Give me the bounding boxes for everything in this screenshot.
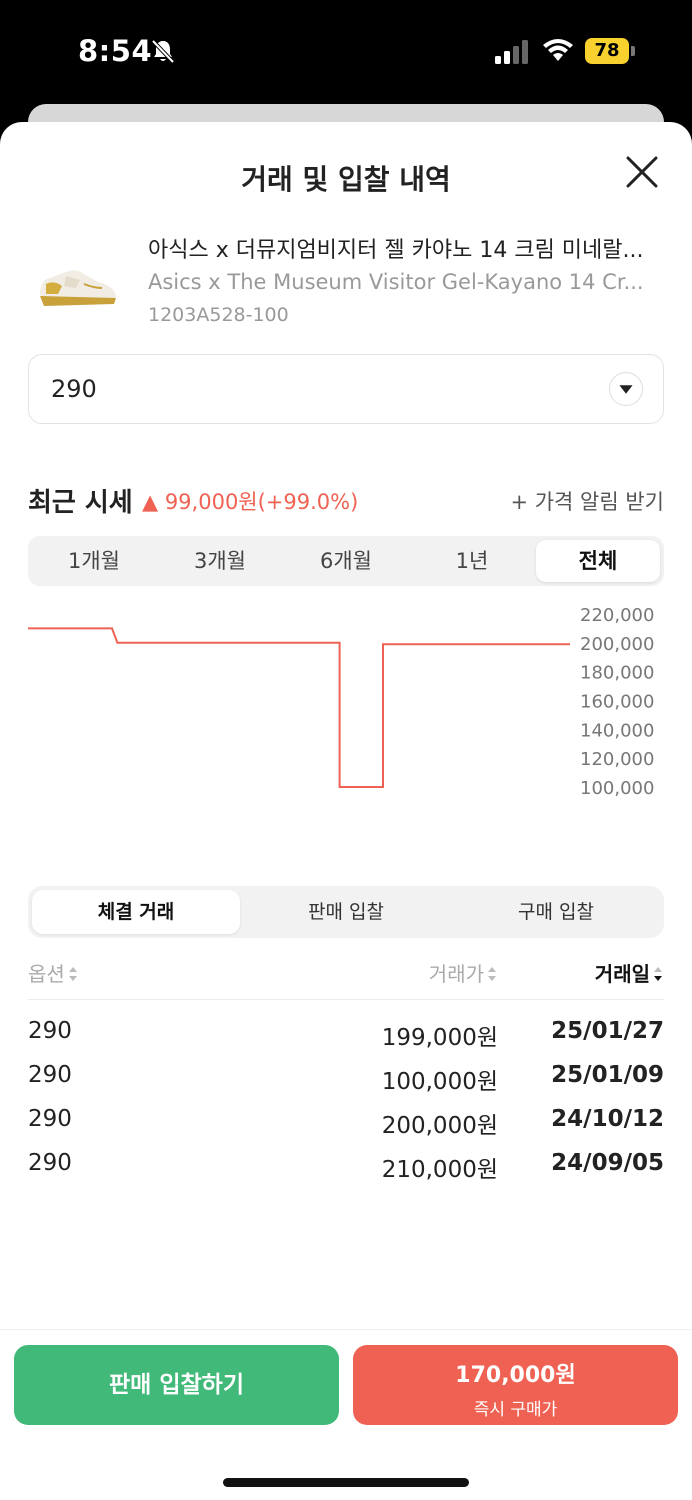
tab-3-months[interactable]: 3개월	[158, 540, 282, 582]
header-size[interactable]: 옵션	[28, 958, 79, 987]
table-row: 290 199,000원 25/01/27	[28, 1018, 664, 1062]
chevron-down-icon	[609, 372, 643, 406]
y-tick-label: 120,000	[580, 749, 654, 770]
tab-6-months[interactable]: 6개월	[284, 540, 408, 582]
sort-icon	[488, 967, 496, 981]
status-time: 8:54	[78, 34, 153, 68]
recent-price-row: 최근 시세 ▲ 99,000원(+99.0%) + 가격 알림 받기	[28, 482, 664, 518]
price-line	[28, 627, 570, 788]
sort-desc-icon	[654, 967, 662, 981]
trade-table-header: 옵션 거래가 거래일	[28, 952, 664, 1000]
tab-1-month[interactable]: 1개월	[32, 540, 156, 582]
buy-now-label: 즉시 구매가	[473, 1400, 558, 1420]
row-price: 100,000원	[381, 1069, 498, 1095]
header-date[interactable]: 거래일	[595, 958, 664, 987]
sheet-title: 거래 및 입찰 내역	[241, 163, 451, 196]
product-summary: 아식스 x 더뮤지엄비지터 젤 카야노 14 크림 미네랄... Asics x…	[28, 228, 664, 328]
tab-completed-trades[interactable]: 체결 거래	[32, 890, 240, 934]
y-tick-label: 160,000	[580, 692, 654, 713]
battery-level: 78	[585, 38, 629, 64]
sell-bid-button[interactable]: 판매 입찰하기	[14, 1345, 339, 1425]
product-image	[40, 270, 116, 306]
tab-all[interactable]: 전체	[536, 540, 660, 582]
row-date: 25/01/27	[551, 1018, 664, 1044]
tab-1-year[interactable]: 1년	[410, 540, 534, 582]
row-size: 290	[28, 1018, 72, 1044]
row-date: 24/10/12	[551, 1106, 664, 1132]
row-date: 24/09/05	[551, 1150, 664, 1176]
product-name-english: Asics x The Museum Visitor Gel-Kayano 14…	[148, 270, 644, 294]
y-tick-label: 100,000	[580, 778, 654, 799]
y-tick-label: 180,000	[580, 663, 654, 684]
header-date-label: 거래일	[594, 962, 650, 986]
row-price: 199,000원	[381, 1025, 498, 1051]
size-select[interactable]: 290	[28, 354, 664, 424]
status-bar: 8:54 78	[0, 0, 692, 104]
cellular-signal-icon	[495, 40, 528, 64]
row-size: 290	[28, 1106, 72, 1132]
header-size-label: 옵션	[28, 962, 65, 986]
table-row: 290 200,000원 24/10/12	[28, 1106, 664, 1150]
period-tabs: 1개월 3개월 6개월 1년 전체	[28, 536, 664, 586]
buy-now-price: 170,000원	[455, 1363, 576, 1388]
y-tick-label: 200,000	[580, 634, 654, 655]
header-price-label: 거래가	[428, 962, 484, 986]
y-tick-label: 140,000	[580, 720, 654, 741]
battery-indicator: 78	[585, 38, 635, 64]
trade-type-tabs: 체결 거래 판매 입찰 구매 입찰	[28, 886, 664, 938]
buy-now-button[interactable]: 170,000원 즉시 구매가	[353, 1345, 678, 1425]
wifi-icon	[543, 39, 573, 61]
bottom-action-bar: 판매 입찰하기 170,000원 즉시 구매가	[0, 1329, 692, 1500]
price-alert-link[interactable]: + 가격 알림 받기	[510, 486, 664, 516]
recent-price-change: ▲ 99,000원(+99.0%)	[142, 490, 359, 514]
table-row: 290 210,000원 24/09/05	[28, 1150, 664, 1194]
tab-buy-bids[interactable]: 구매 입찰	[452, 890, 660, 934]
product-name-korean: 아식스 x 더뮤지엄비지터 젤 카야노 14 크림 미네랄...	[148, 238, 644, 263]
size-select-value: 290	[51, 375, 97, 403]
header-price[interactable]: 거래가	[429, 958, 498, 987]
row-price: 210,000원	[381, 1157, 498, 1183]
trade-history-sheet: 거래 및 입찰 내역 아식스 x 더뮤지엄비지터 젤 카야노 14 크림 미네랄…	[0, 122, 692, 1500]
home-indicator	[223, 1478, 469, 1487]
bell-muted-icon	[151, 39, 175, 64]
row-size: 290	[28, 1150, 72, 1176]
tab-sell-bids[interactable]: 판매 입찰	[242, 890, 450, 934]
trade-table-body: 290 199,000원 25/01/27 290 100,000원 25/01…	[28, 1018, 664, 1194]
sort-icon	[68, 967, 77, 981]
table-row: 290 100,000원 25/01/09	[28, 1062, 664, 1106]
recent-price-title: 최근 시세	[28, 488, 133, 518]
y-tick-label: 220,000	[580, 605, 654, 626]
row-price: 200,000원	[381, 1113, 498, 1139]
close-icon[interactable]	[624, 154, 660, 190]
row-size: 290	[28, 1062, 72, 1088]
row-date: 25/01/09	[551, 1062, 664, 1088]
price-history-chart: 220,000 200,000 180,000 160,000 140,000 120,0…	[28, 605, 654, 799]
product-code: 1203A528-100	[148, 304, 289, 326]
battery-tip	[631, 46, 635, 56]
